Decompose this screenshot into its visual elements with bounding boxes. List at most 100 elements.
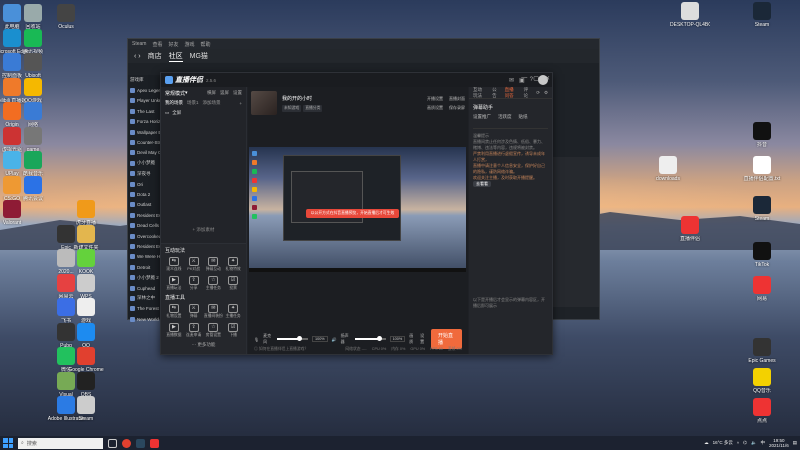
taskbar-live-companion-icon[interactable] bbox=[150, 438, 159, 448]
steam-nav-store[interactable]: 商店 bbox=[148, 51, 162, 61]
live-preview-canvas[interactable]: 以公开方式在抖音直播预览，开始直播后才可生效 bbox=[249, 147, 466, 272]
mode-settings[interactable]: 设置 bbox=[233, 90, 242, 96]
steam-game-item[interactable]: Wallpaper Engine bbox=[128, 127, 160, 137]
desktop-icon[interactable]: 新建文件夹 bbox=[66, 224, 106, 251]
steam-game-item[interactable]: Forza Horizon bbox=[128, 117, 160, 127]
steam-game-item[interactable]: Outlast bbox=[128, 200, 160, 210]
chevron-down-icon[interactable]: ▾ bbox=[185, 90, 188, 96]
help-link[interactable]: ◎ 如何在直播伴侣上直播游戏？ bbox=[254, 347, 308, 352]
desktop-icon[interactable]: KOOK bbox=[66, 249, 106, 275]
speaker-volume-slider[interactable] bbox=[354, 336, 386, 341]
plus-icon[interactable]: + bbox=[239, 101, 242, 106]
weather-icon[interactable]: ☁ bbox=[704, 440, 709, 446]
steam-game-item[interactable]: Player Unknown bbox=[128, 96, 160, 106]
desktop-icon[interactable]: Oculus bbox=[46, 4, 86, 30]
desktop-icon[interactable]: Google Chrome bbox=[66, 347, 106, 373]
desktop-icon[interactable]: WPS bbox=[66, 273, 106, 300]
stream-tag-category[interactable]: 直播分类 bbox=[303, 104, 323, 112]
tool-item[interactable]: ⇪ 连麦申请 bbox=[184, 323, 204, 338]
steam-game-item[interactable]: Cuphead bbox=[128, 283, 160, 293]
tool-item[interactable]: ✦ 礼物特效 bbox=[223, 257, 243, 272]
rtab-interact[interactable]: 互动玩法 bbox=[473, 87, 486, 99]
tool-item[interactable]: ⇪ 分享 bbox=[184, 276, 204, 291]
desktop-icon[interactable]: Ubisoft bbox=[13, 53, 53, 79]
tool-item[interactable]: ⇆ 观众连线 bbox=[164, 257, 184, 272]
tab-scene-1[interactable]: 场景1 bbox=[187, 100, 199, 106]
desktop-icon[interactable]: 点点 bbox=[742, 398, 782, 424]
windows-start-icon[interactable] bbox=[3, 438, 13, 448]
quality-button[interactable]: 画质设置 bbox=[427, 105, 443, 111]
tab-add-scene[interactable]: 添加场景 bbox=[203, 100, 221, 106]
microphone-icon[interactable]: 🎙 bbox=[254, 337, 259, 342]
desktop-icon[interactable]: 抖音 bbox=[742, 122, 782, 148]
tool-item[interactable]: ⇆ 礼物设置 bbox=[164, 304, 184, 319]
taskbar-steam-icon[interactable] bbox=[136, 438, 145, 448]
desktop-icon[interactable]: game bbox=[13, 126, 53, 153]
tool-item[interactable]: ⚔ PK对战 bbox=[184, 257, 204, 272]
scene-mode-title[interactable]: 常规模式 bbox=[165, 90, 185, 97]
steam-game-item[interactable]: 小小梦魇 2 bbox=[128, 272, 160, 282]
back-arrow-icon[interactable]: ‹ › bbox=[134, 53, 141, 60]
rtab-notice[interactable]: 公告 bbox=[492, 87, 499, 99]
desktop-icon[interactable]: 直播伴侣配置.txt bbox=[742, 156, 782, 182]
stream-title[interactable]: 我的开的小时 bbox=[282, 95, 322, 102]
desktop-icon[interactable]: Steam bbox=[742, 196, 782, 222]
notice-action-button[interactable]: 去看看 bbox=[473, 181, 491, 187]
steam-nav-library[interactable]: 社区 bbox=[168, 51, 183, 62]
desktop-icon[interactable]: QQ音乐 bbox=[742, 368, 782, 394]
stream-tag-game[interactable]: 未知游戏 bbox=[282, 104, 302, 112]
settings-button[interactable]: 设置 bbox=[420, 333, 427, 345]
desktop-icon[interactable]: 腾讯视频 bbox=[13, 28, 53, 55]
steam-game-item[interactable]: 深林之中 bbox=[128, 293, 160, 303]
desktop-icon[interactable]: downloads bbox=[648, 156, 688, 182]
tab-my-scenes[interactable]: 我的场景 bbox=[165, 100, 183, 106]
steam-menu-games[interactable]: 游戏 bbox=[184, 41, 194, 48]
speaker-icon[interactable]: 🔊 bbox=[332, 337, 337, 342]
steam-game-item[interactable]: Counter-Strike bbox=[128, 137, 160, 147]
desktop-icon[interactable]: OBS bbox=[66, 371, 106, 398]
steam-game-item[interactable]: Ori bbox=[128, 179, 160, 189]
tray-up-icon[interactable]: ^ bbox=[737, 441, 739, 446]
close-icon[interactable]: ✕ bbox=[545, 75, 550, 82]
steam-game-item[interactable]: Devil May Cry bbox=[128, 148, 160, 158]
steam-game-item[interactable]: New World bbox=[128, 314, 160, 324]
steam-game-item[interactable]: Resident Evil 8 bbox=[128, 241, 160, 251]
weather-text[interactable]: 16°C 多云 bbox=[713, 440, 733, 446]
mode-portrait[interactable]: 竖屏 bbox=[220, 90, 229, 96]
tool-item[interactable]: ✦ 主播任务 bbox=[223, 304, 243, 319]
tool-item[interactable]: ☑ 投票 bbox=[223, 276, 243, 291]
ime-lang[interactable]: 中 bbox=[761, 440, 766, 446]
desktop-icon[interactable]: 网易 bbox=[742, 276, 782, 302]
desktop-icon[interactable]: 网络 bbox=[13, 102, 53, 128]
steam-game-item[interactable]: 深夜寻 bbox=[128, 169, 160, 179]
desktop-icon[interactable]: 虎牙直播 bbox=[66, 200, 106, 226]
mode-landscape[interactable]: 横屏 bbox=[207, 90, 216, 96]
steam-game-item[interactable]: The Last bbox=[128, 106, 160, 116]
steam-game-item[interactable]: 小小梦魇 bbox=[128, 158, 160, 168]
rtab-qa[interactable]: 直播问答 bbox=[505, 87, 518, 99]
tool-item[interactable]: ▶ 直播玩法 bbox=[164, 276, 184, 291]
tool-item[interactable]: ☑ 下播 bbox=[223, 323, 243, 338]
steam-menu-steam[interactable]: 查看 bbox=[152, 41, 162, 48]
tool-item[interactable]: ✉ 弹幕互动 bbox=[204, 257, 224, 272]
refresh-icon[interactable]: ⟳ bbox=[536, 90, 540, 96]
desktop-icon[interactable]: DESKTOP-QL4BOOS bbox=[670, 2, 710, 28]
tool-item[interactable]: ☆ 主播任务 bbox=[204, 276, 224, 291]
more-features-button[interactable]: ⋯ 更多功能 bbox=[161, 342, 246, 348]
stream-cover-thumbnail[interactable] bbox=[251, 91, 277, 115]
taskbar-chrome-icon[interactable] bbox=[122, 438, 131, 448]
cover-button[interactable]: 直播封面 bbox=[449, 96, 465, 102]
tool-item[interactable]: ⚔ 弹幕 bbox=[184, 304, 204, 319]
pet-tab-sticker[interactable]: 贴纸 bbox=[519, 114, 528, 120]
tool-item[interactable]: ▶ 直播数据 bbox=[164, 323, 184, 338]
steam-game-item[interactable]: The Forest bbox=[128, 304, 160, 314]
steam-game-item[interactable]: Resident Evil bbox=[128, 210, 160, 220]
pet-tab-promo[interactable]: 设置推广 bbox=[473, 114, 491, 120]
minimize-icon[interactable]: — bbox=[521, 75, 527, 82]
tool-item[interactable]: ☆ 房管设置 bbox=[204, 323, 224, 338]
steam-game-item[interactable]: Dota 2 bbox=[128, 189, 160, 199]
notification-icon[interactable]: ▤ bbox=[793, 440, 797, 446]
desktop-icon[interactable]: 游戏 bbox=[66, 298, 106, 324]
add-source-button[interactable]: + 添加素材 bbox=[161, 227, 246, 233]
desktop-icon[interactable]: QQ bbox=[66, 322, 106, 349]
